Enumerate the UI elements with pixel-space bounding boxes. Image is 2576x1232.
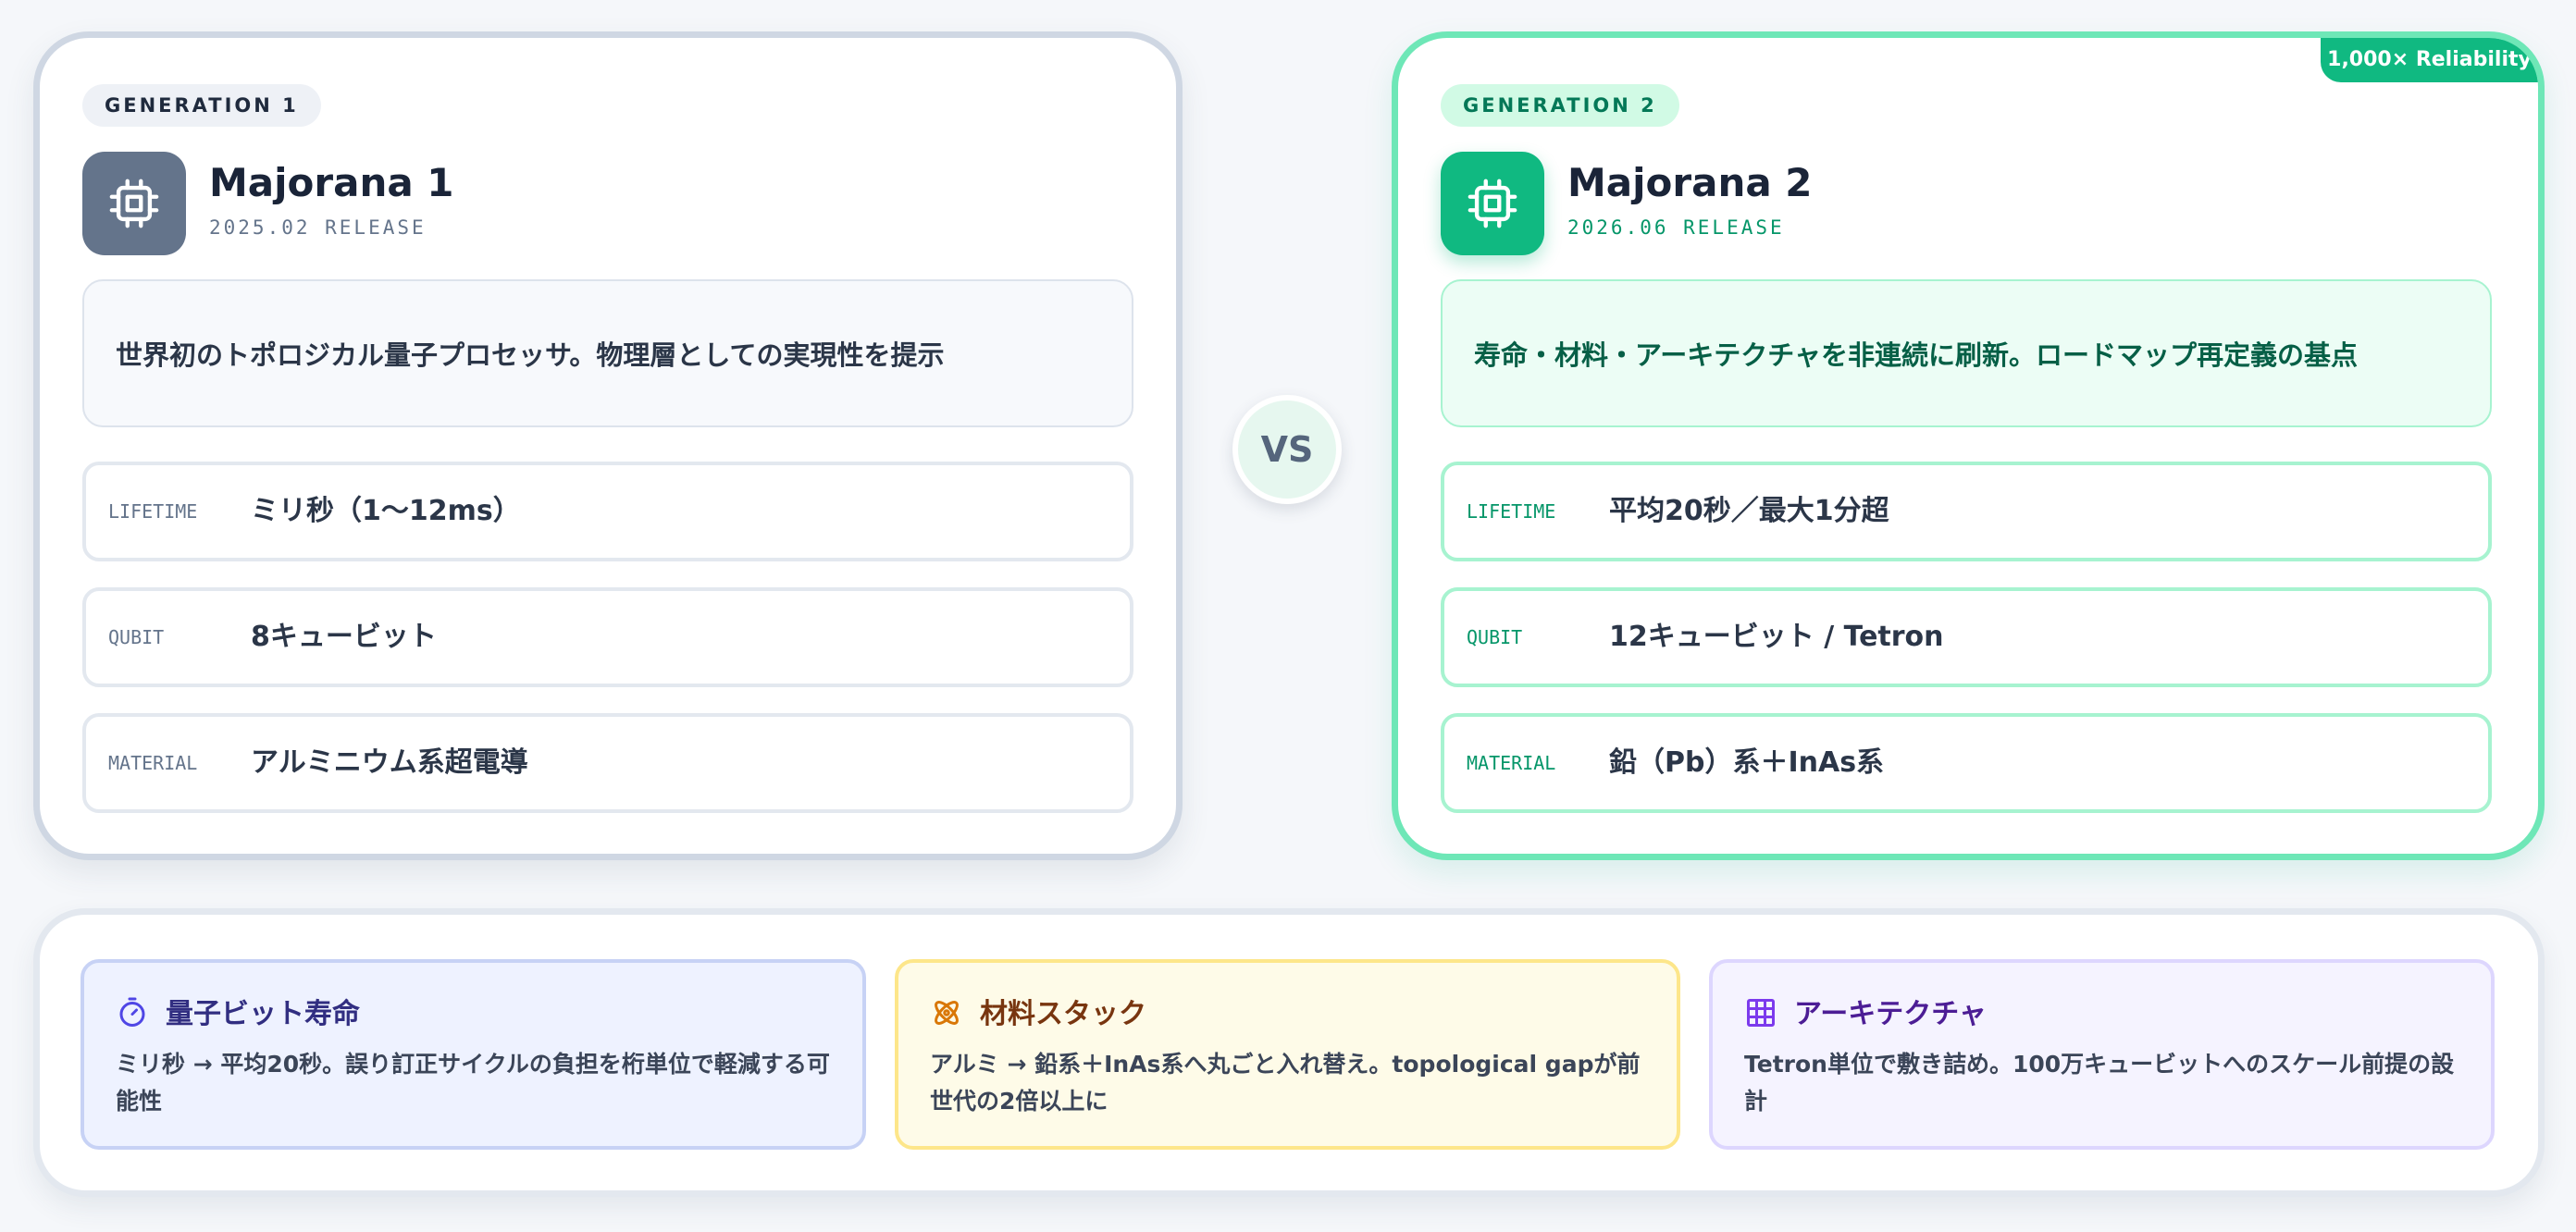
card-description: 寿命・材料・アーキテクチャを非連続に刷新。ロードマップ再定義の基点 — [1441, 279, 2492, 427]
spec-value: 12キュービット / Tetron — [1609, 621, 1944, 653]
spec-key: LIFETIME — [108, 500, 198, 523]
release-date: 2025.02 RELEASE — [209, 216, 427, 239]
spec-value: 鉛（Pb）系＋InAs系 — [1609, 746, 1885, 779]
stopwatch-icon — [119, 997, 145, 1027]
atom-icon — [935, 1001, 959, 1025]
majorana-1-card: GENERATION 1 Majorana 1 2025.02 RELEASE … — [33, 31, 1183, 860]
spec-key: MATERIAL — [108, 752, 198, 774]
spec-row-lifetime: LIFETIME 平均20秒／最大1分超 — [1441, 462, 2492, 561]
majorana-2-card: 1,000× Reliability GENERATION 2 Majorana… — [1392, 31, 2545, 860]
spec-row-lifetime: LIFETIME ミリ秒（1〜12ms） — [82, 462, 1133, 561]
grid-icon — [1747, 999, 1775, 1027]
chip-icon — [82, 152, 186, 255]
feature-title: 量子ビット寿命 — [166, 998, 360, 1030]
card-title: Majorana 1 — [209, 160, 454, 205]
feature-card-lifetime: 量子ビット寿命 ミリ秒 → 平均20秒。誤り訂正サイクルの負担を桁単位で軽減する… — [80, 959, 866, 1150]
reliability-ribbon: 1,000× Reliability — [2321, 38, 2538, 82]
feature-title: アーキテクチャ — [1794, 998, 1987, 1030]
spec-key: MATERIAL — [1467, 752, 1556, 774]
spec-value: ミリ秒（1〜12ms） — [251, 495, 521, 527]
card-title: Majorana 2 — [1567, 160, 1813, 205]
spec-value: アルミニウム系超電導 — [251, 746, 528, 779]
spec-key: QUBIT — [1467, 626, 1523, 648]
generation-badge: GENERATION 1 — [82, 84, 321, 127]
spec-key: LIFETIME — [1467, 500, 1556, 523]
release-date: 2026.06 RELEASE — [1567, 216, 1785, 239]
generation-badge: GENERATION 2 — [1441, 84, 1679, 127]
card-description: 世界初のトポロジカル量子プロセッサ。物理層としての実現性を提示 — [82, 279, 1133, 427]
chip-icon — [1441, 152, 1544, 255]
feature-title: 材料スタック — [980, 998, 1146, 1030]
spec-row-qubit: QUBIT 8キュービット — [82, 587, 1133, 687]
feature-text: ミリ秒 → 平均20秒。誤り訂正サイクルの負担を桁単位で軽減する可能性 — [116, 1051, 830, 1115]
vs-badge: VS — [1232, 395, 1342, 504]
feature-card-material: 材料スタック アルミ → 鉛系＋InAs系へ丸ごと入れ替え。topologica… — [895, 959, 1680, 1150]
spec-row-material: MATERIAL 鉛（Pb）系＋InAs系 — [1441, 713, 2492, 813]
feature-text: アルミ → 鉛系＋InAs系へ丸ごと入れ替え。topological gapが前… — [930, 1051, 1641, 1115]
spec-key: QUBIT — [108, 626, 165, 648]
spec-row-material: MATERIAL アルミニウム系超電導 — [82, 713, 1133, 813]
spec-value: 平均20秒／最大1分超 — [1609, 495, 1889, 527]
spec-value: 8キュービット — [251, 621, 437, 653]
feature-text: Tetron単位で敷き詰め。100万キュービットへのスケール前提の設計 — [1744, 1051, 2455, 1115]
feature-card-architecture: アーキテクチャ Tetron単位で敷き詰め。100万キュービットへのスケール前提… — [1709, 959, 2495, 1150]
spec-row-qubit: QUBIT 12キュービット / Tetron — [1441, 587, 2492, 687]
